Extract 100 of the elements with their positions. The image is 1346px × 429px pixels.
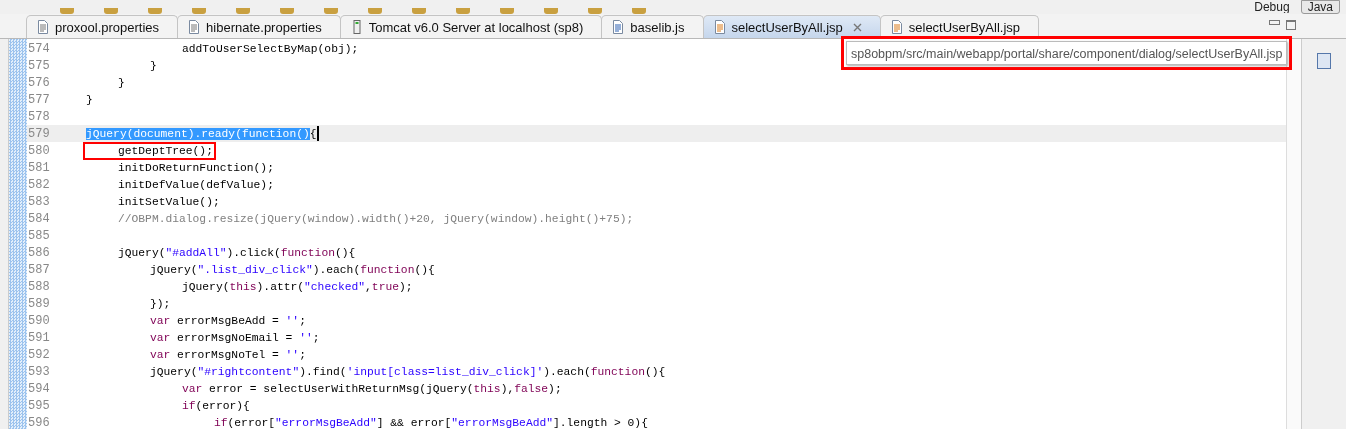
code-text: ); (548, 382, 562, 395)
highlighted-code: getDeptTree(); (86, 144, 213, 157)
code-text: (){ (644, 365, 666, 378)
toolbar-icon[interactable] (60, 8, 74, 14)
close-icon[interactable] (852, 22, 862, 32)
line-number: 583 (27, 194, 51, 209)
file-icon (890, 20, 903, 34)
line-number: 592 (27, 347, 51, 362)
outline-icon[interactable] (1317, 53, 1331, 69)
editor-tab[interactable]: proxool.properties (26, 15, 179, 38)
line-number: 579 (27, 126, 51, 141)
toolbar-icon[interactable] (104, 8, 118, 14)
code-text: initDefValue(defValue); (117, 178, 274, 191)
line-number: 587 (27, 262, 51, 277)
editor-tab[interactable]: hibernate.properties (177, 15, 341, 38)
file-icon (188, 20, 201, 34)
line-number: 580 (27, 143, 51, 158)
code-text: ), (500, 382, 515, 395)
toolbar-icon[interactable] (412, 8, 426, 14)
keyword-text: if (181, 399, 196, 412)
toolbar-icon[interactable] (588, 8, 602, 14)
line-number: 590 (27, 313, 51, 328)
code-text: (){ (414, 263, 435, 276)
code-text: ).each( (312, 263, 361, 276)
code-text: errorMsgNoTel = (176, 348, 280, 361)
line-number: 591 (27, 330, 51, 345)
code-text: ; (312, 331, 320, 344)
code-text: (){ (334, 246, 356, 259)
text-cursor (316, 126, 319, 141)
code-text: jQuery( (149, 263, 198, 276)
string-literal: "errorMsgBeAdd" (451, 416, 553, 429)
maximize-icon[interactable] (1286, 20, 1296, 30)
line-number: 576 (27, 75, 51, 90)
code-text: initSetValue(); (117, 195, 220, 208)
code-text: ).click( (226, 246, 281, 259)
string-literal: "#rightcontent" (197, 365, 300, 378)
line-number: 582 (27, 177, 51, 192)
line-number: 584 (27, 211, 51, 226)
code-text: , (365, 280, 372, 293)
string-literal: "checked" (304, 280, 366, 293)
code-text: }); (149, 297, 171, 310)
editor-tab[interactable]: baselib.js (601, 15, 704, 38)
keyword-text: function (590, 365, 645, 378)
code-text: ; (299, 348, 306, 361)
line-number: 593 (27, 364, 51, 379)
code-text: jQuery( (149, 365, 198, 378)
script-file-icon (612, 20, 625, 34)
string-literal: '' (285, 348, 300, 361)
line-number: 594 (27, 381, 51, 396)
code-text: ); (399, 280, 413, 293)
code-text: addToUserSelectByMap(obj); (181, 42, 359, 55)
editor-tab[interactable]: selectUserByAll.jsp (879, 15, 1040, 38)
string-literal: '' (285, 314, 300, 327)
keyword-text: function (280, 246, 335, 259)
keyword-text: false (514, 382, 549, 395)
code-text: { (309, 127, 317, 140)
code-text: } (117, 76, 125, 89)
code-text: errorMsgBeAdd = (176, 314, 280, 327)
keyword-text: var (181, 382, 203, 395)
keyword-text: var (149, 314, 171, 327)
code-text: (error){ (195, 399, 250, 412)
file-icon (713, 20, 726, 34)
code-text: ].length > 0){ (553, 416, 648, 429)
code-text: (error[ (227, 416, 276, 429)
keyword-text: var (149, 348, 171, 361)
toolbar-icon[interactable] (236, 8, 250, 14)
string-literal: '' (299, 331, 313, 344)
code-text: ] && error[ (376, 416, 452, 429)
code-text: ).find( (299, 365, 347, 378)
line-number: 581 (27, 160, 51, 175)
line-number: 586 (27, 245, 51, 260)
toolbar-icon[interactable] (280, 8, 294, 14)
editor-tab[interactable]: Tomcat v6.0 Server at localhost (sp8) (339, 15, 603, 38)
line-number: 575 (27, 58, 51, 73)
keyword-text: var (149, 331, 171, 344)
toolbar-icon[interactable] (324, 8, 338, 14)
code-text: jQuery( (117, 246, 166, 259)
line-number: 588 (27, 279, 51, 294)
toolbar-icon[interactable] (500, 8, 514, 14)
minimize-icon[interactable] (1269, 20, 1280, 25)
perspective-button[interactable]: Java (1300, 0, 1340, 14)
editor-tab[interactable]: selectUserByAll.jsp (702, 15, 881, 38)
keyword-text: this (229, 280, 257, 293)
file-icon (37, 20, 49, 34)
toolbar-icon[interactable] (192, 8, 206, 14)
tooltip-text: sp8obpm/src/main/webapp/portal/share/component/dialog/selectUserByAll.jsp (851, 47, 1283, 61)
code-text: initDoReturnFunction(); (117, 161, 274, 174)
toolbar-icon[interactable] (148, 8, 162, 14)
code-text: jQuery( (181, 280, 230, 293)
line-number: 589 (27, 296, 51, 311)
code-text: errorMsgNoEmail = (176, 331, 294, 344)
keyword-text: this (473, 382, 501, 395)
perspective-button[interactable]: Debug (1247, 0, 1297, 14)
toolbar-icon[interactable] (456, 8, 470, 14)
string-literal: "#addAll" (165, 246, 227, 259)
code-text: } (149, 59, 157, 72)
string-literal: ".list_div_click" (197, 263, 313, 276)
toolbar-icon[interactable] (368, 8, 382, 14)
toolbar-icon[interactable] (632, 8, 646, 14)
toolbar-icon[interactable] (544, 8, 558, 14)
